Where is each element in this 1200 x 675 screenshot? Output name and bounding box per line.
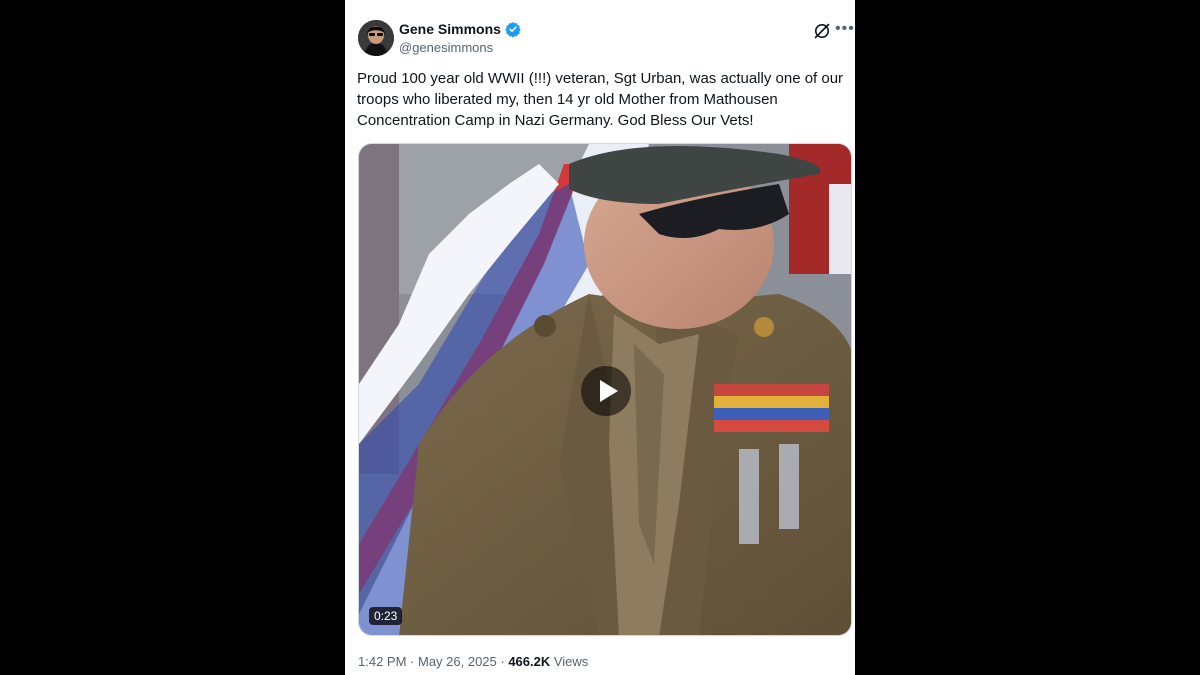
verified-badge-icon <box>505 22 521 37</box>
grok-icon <box>814 23 830 39</box>
more-icon: ••• <box>835 20 855 37</box>
avatar-image <box>358 20 394 56</box>
tweet-card: Gene Simmons @genesimmons ••• Proud 100 … <box>345 0 855 675</box>
grok-button[interactable] <box>813 22 831 40</box>
video-duration: 0:23 <box>369 607 403 625</box>
tweet-text: Proud 100 year old WWII (!!!) veteran, S… <box>357 70 844 129</box>
more-button[interactable]: ••• <box>835 20 855 38</box>
views-count: 466.2K <box>508 654 551 669</box>
author-name-row: Gene Simmons <box>399 21 521 37</box>
separator: · <box>496 654 509 669</box>
tweet-date[interactable]: May 26, 2025 <box>418 654 497 669</box>
play-icon <box>600 380 618 402</box>
video-player[interactable]: 0:23 <box>358 143 852 636</box>
author-display-name[interactable]: Gene Simmons <box>399 21 501 37</box>
author-handle[interactable]: @genesimmons <box>399 40 493 55</box>
avatar[interactable] <box>358 20 394 56</box>
tweet-meta: 1:42 PM · May 26, 2025 · 466.2K Views <box>358 654 588 669</box>
separator: · <box>406 654 418 669</box>
tweet-time[interactable]: 1:42 PM <box>358 654 406 669</box>
views-label: Views <box>550 654 589 669</box>
play-button[interactable] <box>581 366 631 416</box>
